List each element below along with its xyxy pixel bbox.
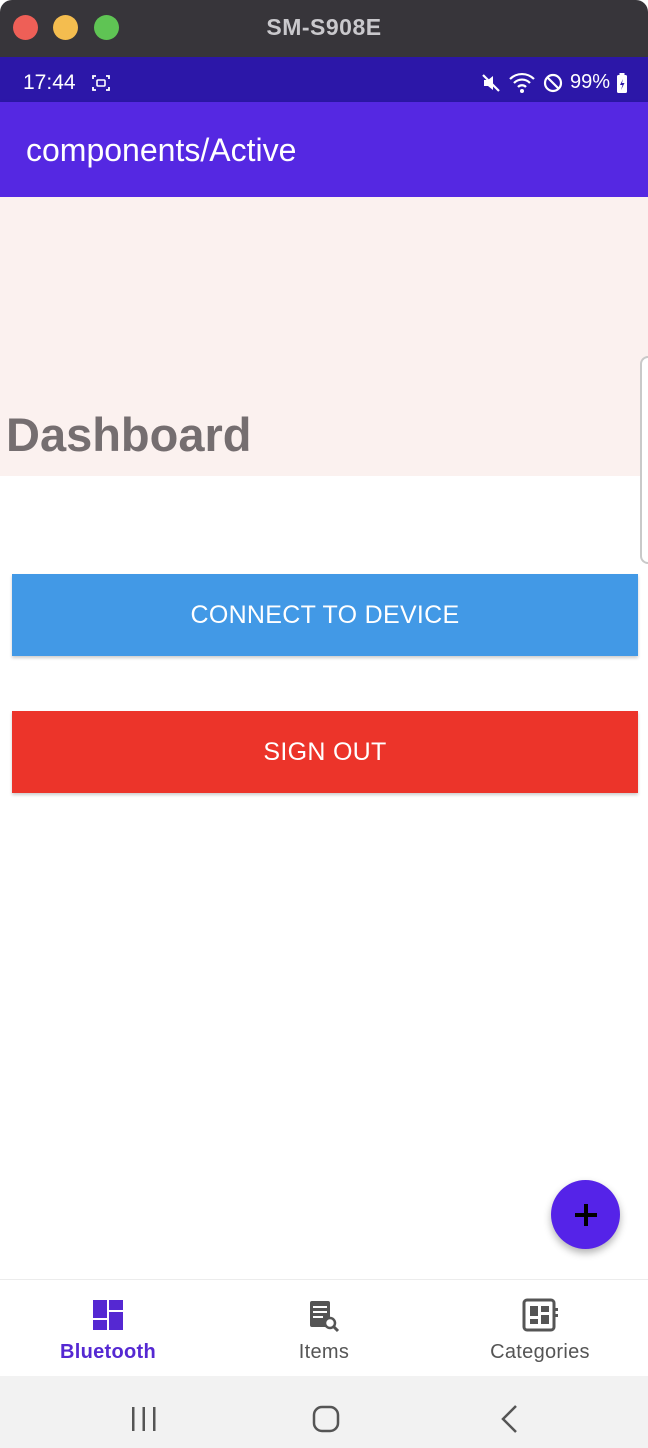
app-bar-title: components/Active	[26, 132, 297, 168]
page-title: Dashboard	[6, 408, 252, 461]
home-icon[interactable]	[311, 1404, 341, 1434]
nav-item-bluetooth[interactable]: Bluetooth	[0, 1280, 216, 1377]
status-time: 17:44	[23, 71, 76, 94]
list-search-icon	[310, 1301, 340, 1333]
nav-label-items: Items	[298, 1341, 350, 1363]
battery-percent: 99%	[569, 71, 610, 93]
nav-label-categories: Categories	[490, 1341, 590, 1363]
connect-device-button[interactable]: CONNECT TO DEVICE	[12, 574, 638, 656]
dashboard-header: Dashboard	[0, 197, 648, 476]
nav-item-categories[interactable]: Categories	[432, 1280, 648, 1377]
plus-icon	[574, 1203, 597, 1226]
window-title: SM-S908E	[266, 14, 382, 40]
add-fab-button[interactable]	[551, 1180, 620, 1249]
mute-icon	[482, 73, 500, 92]
recent-apps-icon[interactable]	[130, 1406, 158, 1432]
nav-label-bluetooth: Bluetooth	[59, 1341, 156, 1363]
screen-record-icon	[92, 75, 110, 91]
status-icons: 99%	[480, 71, 628, 94]
window-titlebar: SM-S908E	[0, 0, 648, 57]
app-bar: components/Active	[0, 102, 648, 197]
battery-charging-icon	[617, 72, 627, 93]
back-icon[interactable]	[498, 1404, 522, 1434]
nav-item-items[interactable]: Items	[216, 1280, 432, 1377]
bottom-navigation: Bluetooth Items Categories	[0, 1279, 648, 1377]
sign-out-button[interactable]: SIGN OUT	[12, 711, 638, 793]
scroll-handle[interactable]	[640, 356, 648, 564]
wifi-icon	[509, 72, 535, 93]
category-grid-icon	[522, 1298, 558, 1332]
dashboard-icon	[93, 1300, 123, 1330]
system-navigation-bar	[0, 1376, 648, 1448]
do-not-disturb-icon	[543, 73, 563, 92]
